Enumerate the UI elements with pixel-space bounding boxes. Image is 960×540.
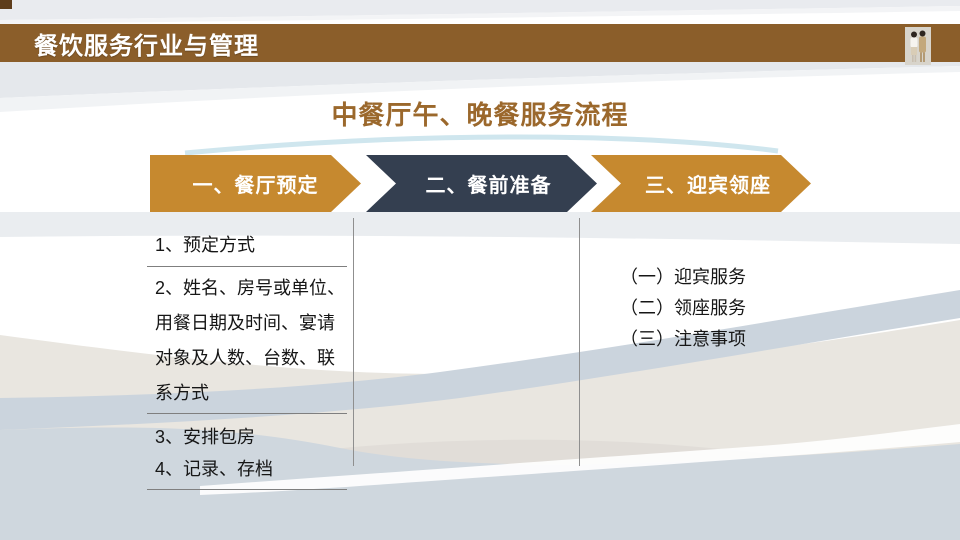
list-item: 1、预定方式 [155, 235, 256, 255]
step-label: 一、餐厅预定 [192, 175, 319, 197]
list-group: 3、安排包房 4、记录、存档 [147, 414, 347, 490]
list-item: 4、记录、存档 [155, 459, 274, 479]
step-label: 三、迎宾领座 [645, 175, 771, 197]
step-pre-meal-preparation: 二、餐前准备 [366, 155, 597, 212]
staff-photo-image [905, 27, 931, 65]
list-group: 2、姓名、房号或单位、用餐日期及时间、宴请对象及人数、台数、联系方式 [147, 267, 347, 414]
list-item: （三）注意事项 [620, 329, 746, 349]
corner-accent [0, 0, 12, 9]
background-waves [0, 0, 960, 540]
list-item: 2、姓名、房号或单位、用餐日期及时间、宴请对象及人数、台数、联系方式 [155, 278, 346, 403]
list-item: （一）迎宾服务 [620, 267, 746, 287]
list-item: （二）领座服务 [620, 298, 746, 318]
step-restaurant-booking: 一、餐厅预定 [150, 155, 361, 212]
header-title: 餐饮服务行业与管理 [34, 32, 259, 60]
right-column: （一）迎宾服务 （二）领座服务 （三）注意事项 [620, 262, 746, 355]
step-greeting-seating: 三、迎宾领座 [591, 155, 811, 212]
list-group: 1、预定方式 [147, 228, 347, 267]
presentation-slide: 餐饮服务行业与管理 中餐厅午、晚餐服务流程 一、餐厅预定 二、餐前准备 三、迎宾… [0, 0, 960, 540]
header-bar: 餐饮服务行业与管理 [0, 24, 960, 62]
step-label: 二、餐前准备 [425, 175, 552, 197]
column-divider-left [353, 218, 354, 466]
column-divider-right [579, 218, 580, 466]
staff-photo-graphic [905, 27, 931, 65]
slide-title: 中餐厅午、晚餐服务流程 [331, 100, 629, 130]
list-item: 3、安排包房 [155, 427, 256, 447]
left-column: 1、预定方式 2、姓名、房号或单位、用餐日期及时间、宴请对象及人数、台数、联系方… [147, 228, 347, 490]
